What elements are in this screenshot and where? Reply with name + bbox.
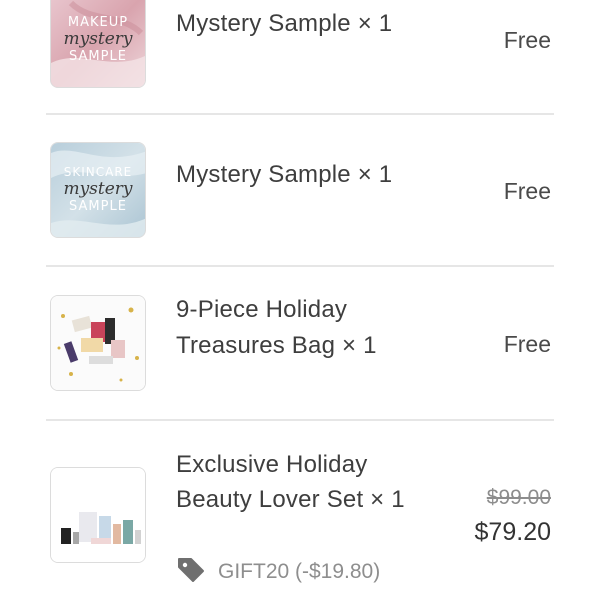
item-title-line2[interactable]: Treasures Bag × 1 [176,328,377,363]
discounted-price: $79.20 [474,518,551,546]
item-thumbnail-holiday-bag[interactable] [50,295,146,391]
item-thumbnail-beauty-lover-set[interactable] [50,467,146,563]
holiday-bag-image [51,296,145,390]
item-price: Free [503,27,551,53]
divider [46,419,554,421]
promo-code-row: GIFT20 (-$19.80) [176,556,380,588]
item-title-line2[interactable]: Beauty Lover Set × 1 [176,482,405,517]
promo-code-text: GIFT20 (-$19.80) [218,560,381,583]
thumb-label-script: mystery [63,179,133,199]
beauty-lover-set-image [51,468,145,562]
tag-icon [176,555,206,589]
item-title-line1[interactable]: Exclusive Holiday [176,447,367,482]
thumb-label-bottom: SAMPLE [69,49,127,64]
thumb-label-top: SKINCARE [63,165,133,179]
item-thumbnail-makeup-sample[interactable]: MAKEUP mystery SAMPLE [50,0,146,88]
item-title[interactable]: Mystery Sample × 1 [176,157,392,192]
thumb-label-top: MAKEUP [67,15,129,30]
divider [46,113,554,115]
original-price: $99.00 [486,486,551,509]
item-title[interactable]: Mystery Sample × 1 [176,6,392,41]
item-price: Free [503,331,551,357]
divider [46,265,554,267]
item-title-line1[interactable]: 9-Piece Holiday [176,292,347,327]
item-price: Free [503,178,551,204]
thumb-label-bottom: SAMPLE [69,199,127,214]
thumb-label-script: mystery [63,29,133,49]
item-thumbnail-skincare-sample[interactable]: SKINCARE mystery SAMPLE [50,142,146,238]
